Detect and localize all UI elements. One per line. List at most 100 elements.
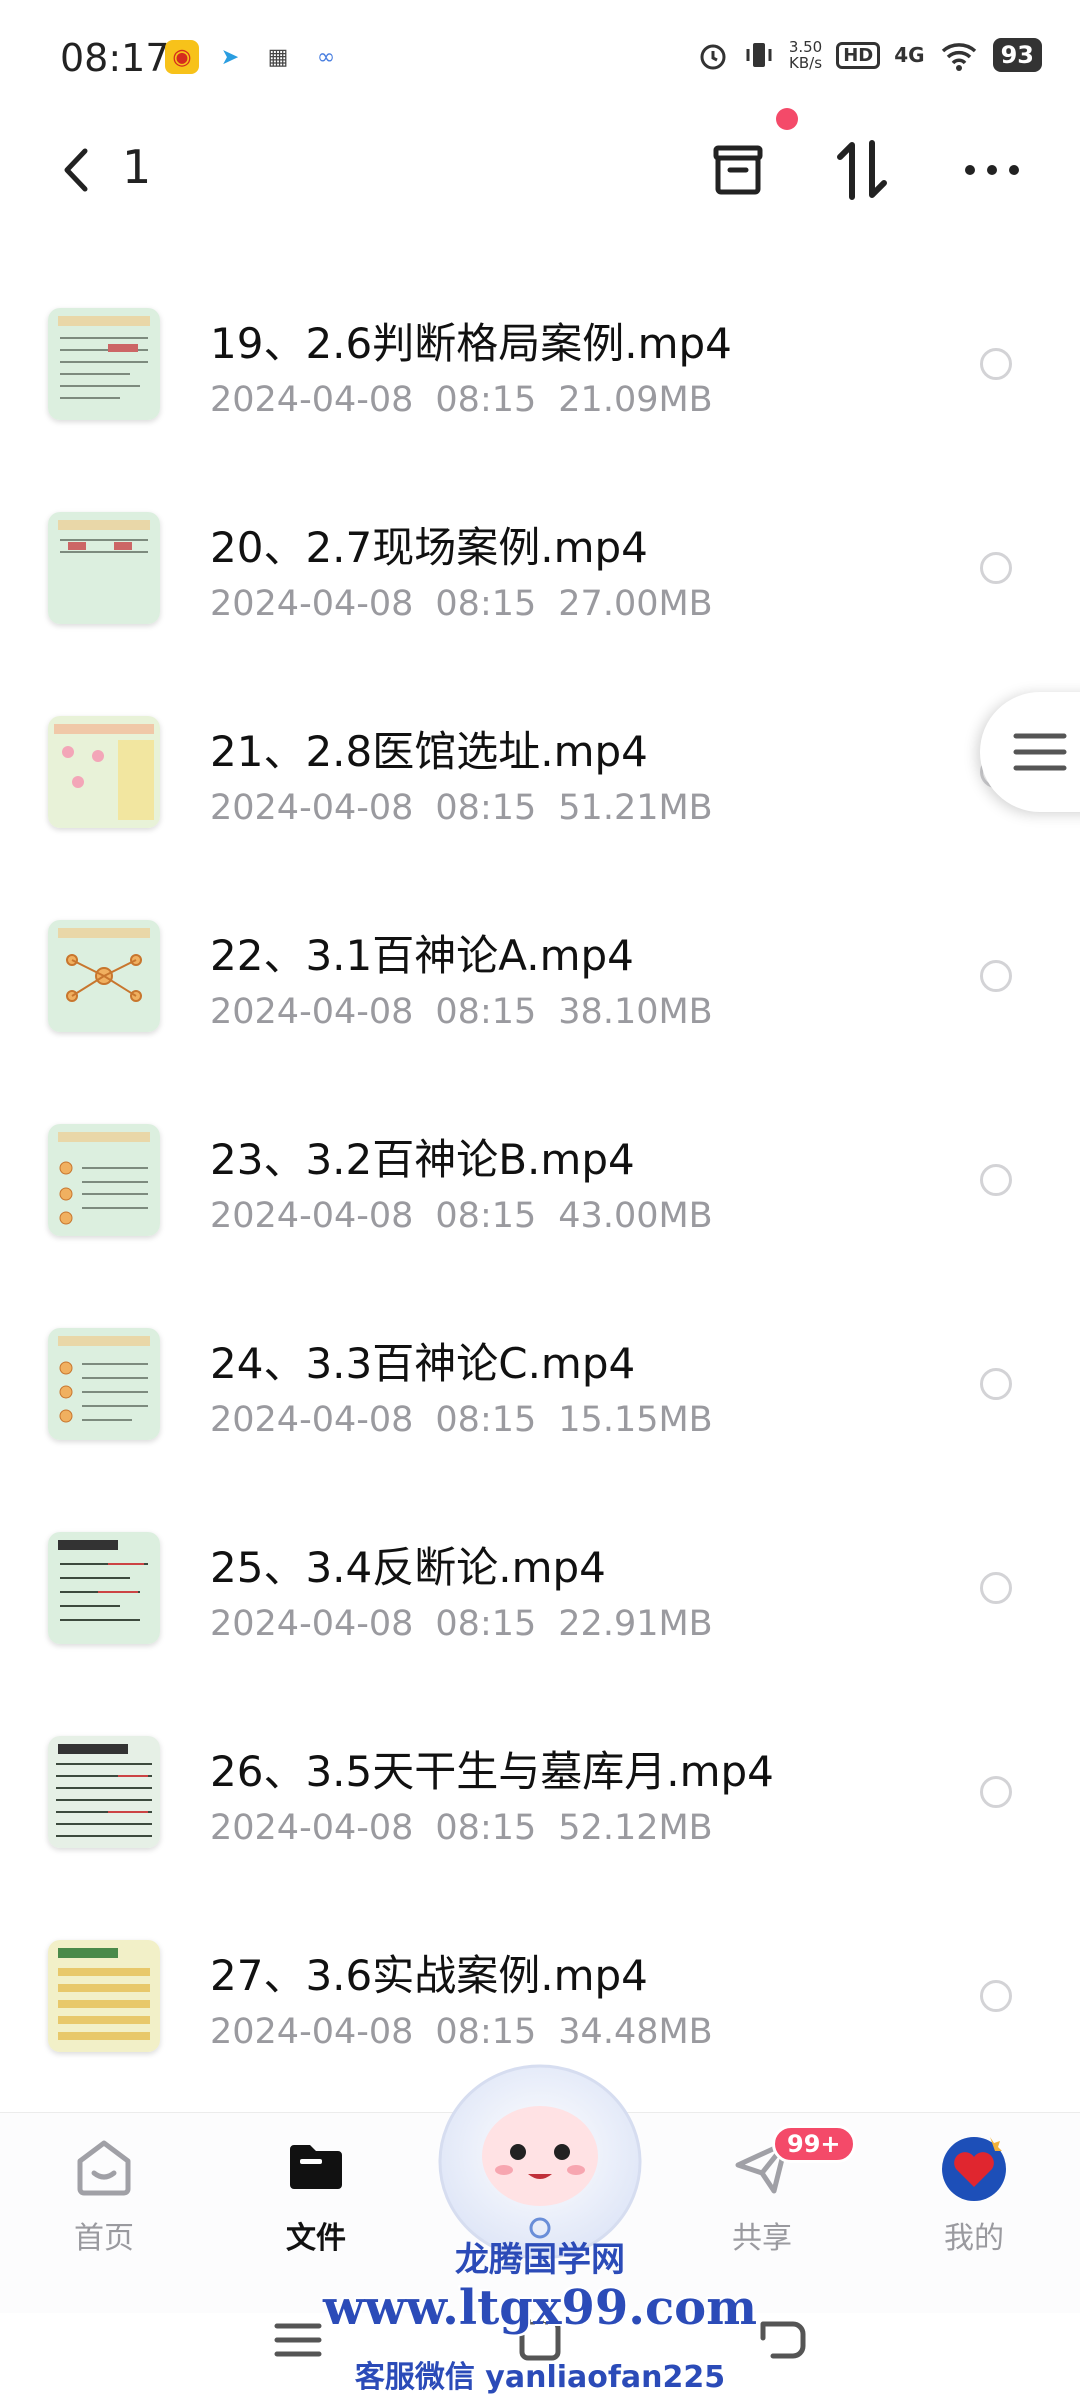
net-speed-unit: KB/s: [789, 54, 823, 72]
select-radio[interactable]: [980, 1368, 1012, 1400]
file-size: 38.10MB: [558, 992, 713, 1032]
file-meta: 2024-04-08 08:15 38.10MB: [210, 992, 735, 1032]
file-name: 19、2.6判断格局案例.mp4: [210, 319, 732, 368]
file-time: 08:15: [435, 788, 537, 828]
file-time: 08:15: [435, 380, 537, 420]
file-name: 27、3.6实战案例.mp4: [210, 1951, 648, 2000]
gift-icon: ▦: [267, 44, 289, 70]
file-meta: 2024-04-08 08:15 22.91MB: [210, 1604, 735, 1644]
video-thumbnail: [48, 512, 160, 624]
net-speed: 3.50 KB/s: [789, 39, 822, 71]
file-time: 08:15: [435, 1400, 537, 1440]
video-thumbnail: [48, 1532, 160, 1644]
notification-dot: [776, 108, 798, 130]
file-size: 22.91MB: [558, 1604, 713, 1644]
battery-indicator: 93: [992, 38, 1042, 72]
status-time: 08:17: [60, 36, 170, 80]
file-date: 2024-04-08: [210, 992, 414, 1032]
home-icon: [68, 2131, 140, 2203]
select-radio[interactable]: [980, 1980, 1012, 2012]
sort-button[interactable]: [822, 130, 902, 210]
video-thumbnail: [48, 1940, 160, 2052]
file-date: 2024-04-08: [210, 2012, 414, 2052]
file-size: 52.12MB: [558, 1808, 713, 1848]
select-radio[interactable]: [980, 552, 1012, 584]
video-thumbnail: [48, 1736, 160, 1848]
sort-icon: [837, 140, 887, 200]
file-row[interactable]: 24、3.3百神论C.mp4 2024-04-08 08:15 15.15MB: [0, 1278, 1080, 1482]
file-name: 22、3.1百神论A.mp4: [210, 931, 634, 980]
file-meta: 2024-04-08 08:15 51.21MB: [210, 788, 735, 828]
file-name: 21、2.8医馆选址.mp4: [210, 727, 648, 776]
status-right: 3.50 KB/s HD 4G 93: [697, 38, 1042, 72]
vibrate-icon: [746, 43, 772, 67]
file-row[interactable]: 19、2.6判断格局案例.mp4 2024-04-08 08:15 21.09MB: [0, 258, 1080, 462]
archive-icon: [713, 145, 763, 195]
file-time: 08:15: [435, 584, 537, 624]
mascot-assistant-button[interactable]: [430, 2052, 650, 2262]
video-thumbnail: [48, 716, 160, 828]
file-meta: 2024-04-08 08:15 43.00MB: [210, 1196, 735, 1236]
share-badge: 99+: [772, 2125, 856, 2163]
file-name: 20、2.7现场案例.mp4: [210, 523, 648, 572]
file-size: 27.00MB: [558, 584, 713, 624]
cloud-app-icon: ∞: [316, 44, 336, 70]
file-name: 23、3.2百神论B.mp4: [210, 1135, 635, 1184]
file-meta: 2024-04-08 08:15 27.00MB: [210, 584, 735, 624]
file-time: 08:15: [435, 992, 537, 1032]
file-meta: 2024-04-08 08:15 52.12MB: [210, 1808, 735, 1848]
alarm-icon: [700, 44, 726, 70]
watermark-url: www.ltgx99.com: [323, 2280, 757, 2336]
watermark-site-name: 龙腾国学网: [455, 2240, 625, 2280]
select-radio[interactable]: [980, 1164, 1012, 1196]
file-size: 43.00MB: [558, 1196, 713, 1236]
wifi-icon: [941, 43, 976, 71]
file-row[interactable]: 23、3.2百神论B.mp4 2024-04-08 08:15 43.00MB: [0, 1074, 1080, 1278]
file-time: 08:15: [435, 2012, 537, 2052]
watermark-contact: 客服微信 yanliaofan225: [354, 2360, 726, 2395]
telegram-icon: ➤: [220, 44, 240, 70]
more-button[interactable]: [952, 130, 1032, 210]
chevron-left-icon: [64, 148, 88, 192]
file-list: 19、2.6判断格局案例.mp4 2024-04-08 08:15 21.09MB …: [0, 258, 1080, 2094]
file-row[interactable]: 26、3.5天干生与墓库月.mp4 2024-04-08 08:15 52.12MB: [0, 1686, 1080, 1890]
file-date: 2024-04-08: [210, 1808, 414, 1848]
file-name: 25、3.4反断论.mp4: [210, 1543, 606, 1592]
file-date: 2024-04-08: [210, 788, 414, 828]
folder-title: 1: [122, 140, 152, 194]
video-thumbnail: [48, 1124, 160, 1236]
file-row[interactable]: 25、3.4反断论.mp4 2024-04-08 08:15 22.91MB: [0, 1482, 1080, 1686]
file-time: 08:15: [435, 1196, 537, 1236]
back-button[interactable]: [46, 140, 106, 200]
file-time: 08:15: [435, 1808, 537, 1848]
file-row[interactable]: 22、3.1百神论A.mp4 2024-04-08 08:15 38.10MB: [0, 870, 1080, 1074]
file-date: 2024-04-08: [210, 1604, 414, 1644]
file-date: 2024-04-08: [210, 1196, 414, 1236]
file-name: 24、3.3百神论C.mp4: [210, 1339, 636, 1388]
file-size: 34.48MB: [558, 2012, 713, 2052]
file-meta: 2024-04-08 08:15 15.15MB: [210, 1400, 735, 1440]
folder-icon: [280, 2131, 352, 2203]
video-thumbnail: [48, 1328, 160, 1440]
select-radio[interactable]: [980, 1776, 1012, 1808]
avatar-icon: [938, 2131, 1010, 2203]
file-time: 08:15: [435, 1604, 537, 1644]
file-date: 2024-04-08: [210, 1400, 414, 1440]
file-size: 21.09MB: [558, 380, 713, 420]
net-speed-value: 3.50: [788, 38, 823, 56]
hd-badge: HD: [836, 41, 881, 69]
file-row[interactable]: 20、2.7现场案例.mp4 2024-04-08 08:15 27.00MB: [0, 462, 1080, 666]
file-date: 2024-04-08: [210, 380, 414, 420]
file-size: 15.15MB: [558, 1400, 713, 1440]
video-thumbnail: [48, 920, 160, 1032]
select-radio[interactable]: [980, 1572, 1012, 1604]
select-radio[interactable]: [980, 348, 1012, 380]
top-bar: 1: [0, 120, 1080, 220]
notification-icons: ◉ ➤ ▦ ∞: [165, 40, 343, 74]
file-meta: 2024-04-08 08:15 34.48MB: [210, 2012, 735, 2052]
select-radio[interactable]: [980, 960, 1012, 992]
hamburger-icon: [1013, 733, 1067, 771]
archive-button[interactable]: [698, 130, 778, 210]
file-name: 26、3.5天干生与墓库月.mp4: [210, 1747, 774, 1796]
file-row[interactable]: 21、2.8医馆选址.mp4 2024-04-08 08:15 51.21MB: [0, 666, 1080, 870]
